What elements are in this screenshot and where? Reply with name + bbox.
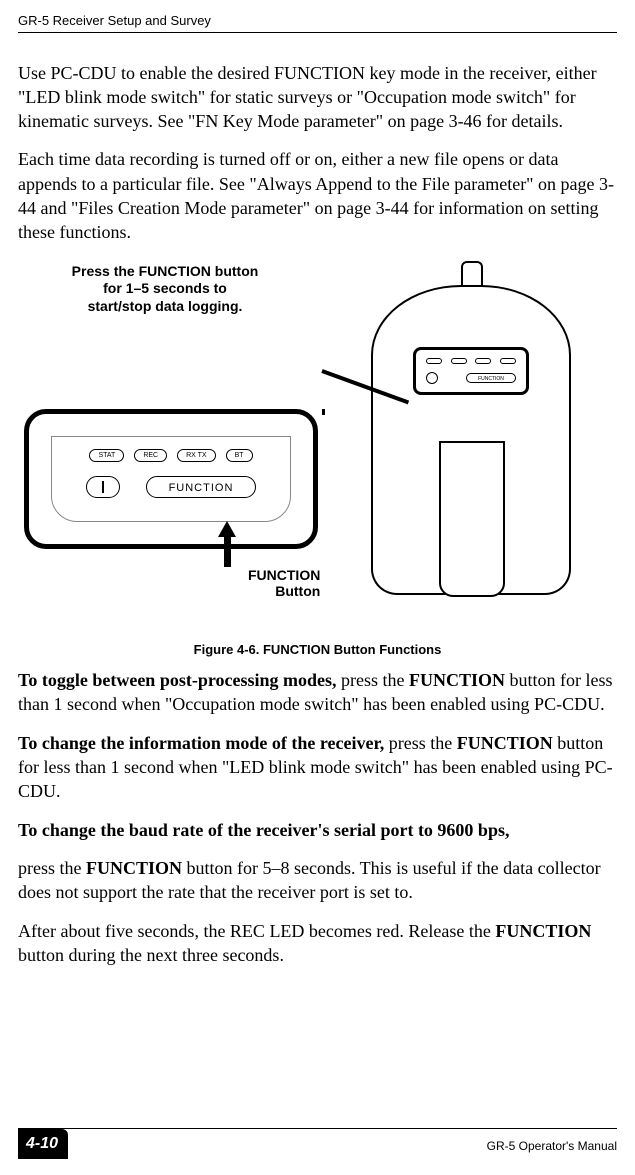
paragraph-6: After about five seconds, the REC LED be… bbox=[18, 919, 617, 968]
led-stat: STAT bbox=[89, 449, 124, 462]
p5-lead: To change the baud rate of the receiver'… bbox=[18, 820, 509, 840]
figure-caption: Figure 4-6. FUNCTION Button Functions bbox=[18, 641, 617, 659]
led-row: STAT REC RX TX BT bbox=[52, 449, 290, 462]
led-bt: BT bbox=[226, 449, 253, 462]
p6-text-b: button during the next three seconds. bbox=[18, 945, 284, 965]
mini-function-button: FUNCTION bbox=[466, 373, 516, 383]
figure-hint-text: Press the FUNCTION button for 1–5 second… bbox=[70, 263, 260, 316]
paragraph-5-body: press the FUNCTION button for 5–8 second… bbox=[18, 856, 617, 905]
callout-leader-line bbox=[322, 409, 325, 415]
mini-led-icon bbox=[451, 358, 467, 364]
mini-led-icon bbox=[500, 358, 516, 364]
device-grip bbox=[439, 441, 505, 597]
p6-text-a: After about five seconds, the REC LED be… bbox=[18, 921, 495, 941]
mini-led-icon bbox=[426, 358, 442, 364]
paragraph-4: To change the information mode of the re… bbox=[18, 731, 617, 804]
device-illustration: FUNCTION bbox=[331, 261, 611, 631]
paragraph-3: To toggle between post-processing modes,… bbox=[18, 668, 617, 717]
paragraph-2: Each time data recording is turned off o… bbox=[18, 147, 617, 244]
function-button-callout: FUNCTION Button bbox=[244, 567, 324, 601]
callout-line2: Button bbox=[275, 583, 320, 599]
p3-text-a: press the bbox=[337, 670, 409, 690]
p4-fn: FUNCTION bbox=[457, 733, 553, 753]
p5-text-a: press the bbox=[18, 858, 86, 878]
button-row: FUNCTION bbox=[52, 476, 290, 498]
p6-fn: FUNCTION bbox=[495, 921, 591, 941]
control-panel-enlarged: STAT REC RX TX BT FUNCTION bbox=[24, 409, 318, 549]
led-rxtx: RX TX bbox=[177, 449, 216, 462]
page-footer: 4-10 GR-5 Operator's Manual bbox=[18, 1128, 617, 1159]
figure-function-button: Press the FUNCTION button for 1–5 second… bbox=[18, 259, 617, 639]
mini-power-icon bbox=[426, 372, 438, 384]
arrow-up-icon bbox=[220, 521, 234, 565]
callout-line1: FUNCTION bbox=[248, 567, 320, 583]
mini-led-icon bbox=[475, 358, 491, 364]
p4-lead: To change the information mode of the re… bbox=[18, 733, 384, 753]
device-mini-panel: FUNCTION bbox=[413, 347, 529, 395]
p4-text-a: press the bbox=[384, 733, 456, 753]
paragraph-5-lead: To change the baud rate of the receiver'… bbox=[18, 818, 617, 842]
led-rec: REC bbox=[134, 449, 167, 462]
control-panel-plate: STAT REC RX TX BT FUNCTION bbox=[51, 436, 291, 522]
power-button-icon bbox=[86, 476, 120, 498]
page-header: GR-5 Receiver Setup and Survey bbox=[18, 12, 617, 33]
manual-title: GR-5 Operator's Manual bbox=[487, 1138, 617, 1154]
p5-fn: FUNCTION bbox=[86, 858, 182, 878]
paragraph-1: Use PC-CDU to enable the desired FUNCTIO… bbox=[18, 61, 617, 134]
p3-fn: FUNCTION bbox=[409, 670, 505, 690]
p3-lead: To toggle between post-processing modes, bbox=[18, 670, 337, 690]
function-button: FUNCTION bbox=[146, 476, 256, 498]
page-number: 4-10 bbox=[18, 1129, 68, 1159]
